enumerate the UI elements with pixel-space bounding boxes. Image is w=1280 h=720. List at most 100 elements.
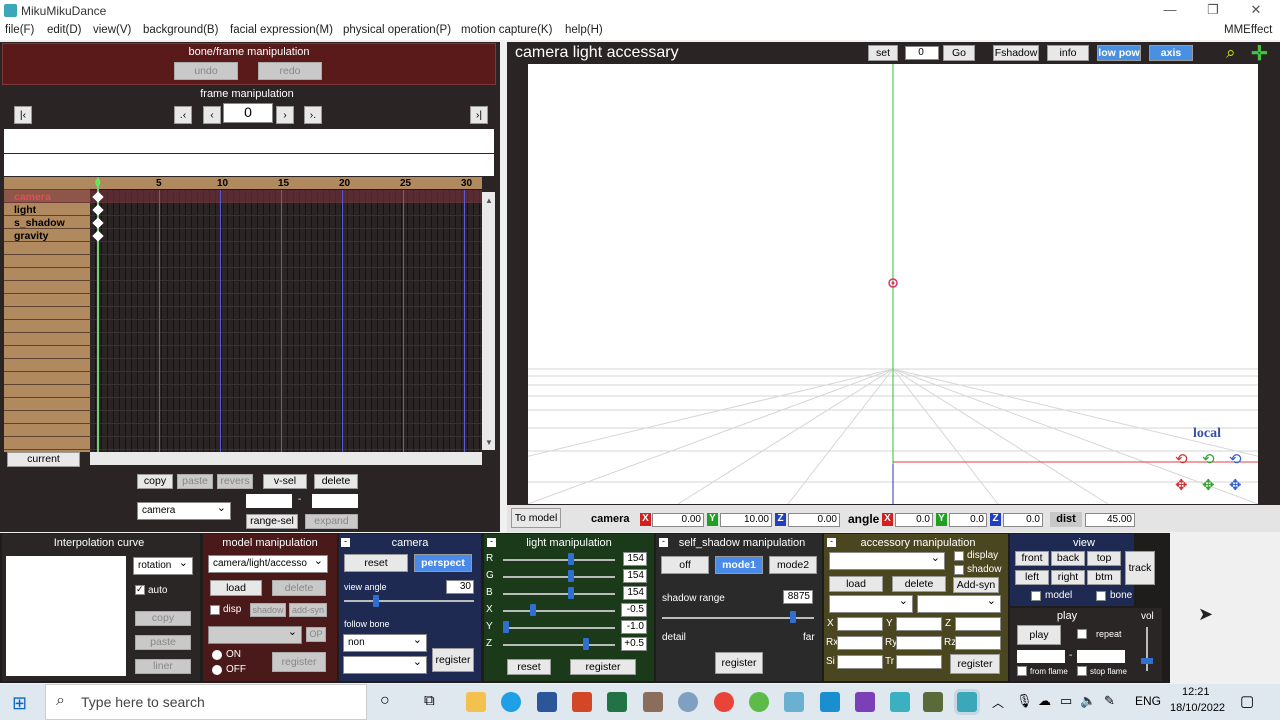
app-icon-7[interactable] — [923, 692, 943, 712]
translate-x-icon[interactable]: ✥ — [1175, 476, 1188, 494]
light-reset-button[interactable]: reset — [507, 659, 551, 675]
clock-date[interactable]: 18/10/2022 — [1170, 702, 1225, 714]
rotate-z-icon[interactable]: ⟲ — [1229, 450, 1242, 468]
light-y-knob[interactable] — [503, 621, 509, 633]
acc-tr-field[interactable] — [896, 655, 942, 669]
app-icon-4[interactable] — [784, 692, 804, 712]
model-load-button[interactable]: load — [210, 580, 262, 596]
rotate-x-icon[interactable]: ⟲ — [1175, 450, 1188, 468]
current-button[interactable]: current — [7, 452, 80, 467]
shadow-mode2-button[interactable]: mode2 — [769, 556, 817, 574]
light-b-field[interactable]: 154 — [623, 586, 647, 600]
copy-button[interactable]: copy — [137, 474, 173, 489]
view-angle-slider[interactable] — [344, 600, 474, 602]
camera-reset-button[interactable]: reset — [344, 554, 408, 572]
minimize-icon[interactable]: — — [1162, 2, 1178, 18]
angle-z-field[interactable]: 0.0 — [1003, 513, 1043, 527]
windows-start-icon[interactable]: ⊞ — [12, 693, 27, 714]
view-track-button[interactable]: track — [1125, 551, 1155, 585]
model-select[interactable]: camera/light/accesso — [208, 553, 328, 573]
acc-ry-field[interactable] — [896, 636, 942, 650]
light-g-field[interactable]: 154 — [623, 569, 647, 583]
timeline-vscroll[interactable] — [482, 192, 495, 450]
light-r-knob[interactable] — [568, 553, 574, 565]
delete-key-button[interactable]: delete — [314, 474, 358, 489]
view-angle-field[interactable]: 30 — [446, 580, 474, 594]
acc-bone-select[interactable] — [917, 593, 1001, 613]
mmd-taskbar-icon[interactable] — [890, 692, 910, 712]
play-to-field[interactable] — [1077, 650, 1125, 663]
acc-register-button[interactable]: register — [950, 654, 1000, 674]
prev-frame-button[interactable]: ‹ — [203, 106, 221, 124]
menu-view[interactable]: view(V) — [93, 24, 131, 36]
track-gravity[interactable]: gravity — [4, 230, 92, 243]
next-frame-button[interactable]: › — [276, 106, 294, 124]
notification-icon[interactable]: ▢ — [1240, 692, 1254, 710]
op-button[interactable]: OP — [306, 627, 326, 642]
view-top-button[interactable]: top — [1087, 551, 1121, 566]
interp-liner-button[interactable]: liner — [135, 659, 191, 674]
light-g-slider[interactable] — [503, 576, 615, 578]
volume-icon[interactable]: 🔈 — [1080, 693, 1096, 709]
light-b-knob[interactable] — [568, 587, 574, 599]
app-icon-6[interactable] — [855, 692, 875, 712]
cortana-icon[interactable]: ○ — [380, 692, 390, 710]
next-key-button[interactable]: ›. — [304, 106, 322, 124]
light-x-field[interactable]: -0.5 — [621, 603, 647, 617]
camera-z-field[interactable]: 0.00 — [788, 513, 840, 527]
follow-bone-sub-select[interactable] — [343, 654, 427, 674]
browser-icon[interactable] — [501, 692, 521, 712]
light-r-slider[interactable] — [503, 559, 615, 561]
move-icon[interactable]: ✛ — [1251, 41, 1268, 66]
mmeffect-menu[interactable]: MMEffect — [1224, 24, 1272, 36]
camera-register-button[interactable]: register — [432, 648, 474, 672]
light-z-slider[interactable] — [503, 644, 615, 646]
dist-field[interactable]: 45.00 — [1085, 513, 1135, 527]
play-from-field[interactable] — [1017, 650, 1065, 663]
acc-si-field[interactable] — [837, 655, 883, 669]
acc-model-select[interactable] — [829, 593, 913, 613]
set-button[interactable]: set — [868, 45, 898, 61]
menu-motion[interactable]: motion capture(K) — [461, 24, 552, 36]
timeline-hscroll[interactable] — [90, 452, 482, 465]
chrome-icon[interactable] — [714, 692, 734, 712]
shadow-mode1-button[interactable]: mode1 — [715, 556, 763, 574]
first-frame-button[interactable]: |‹ — [14, 106, 32, 124]
view-back-button[interactable]: back — [1051, 551, 1085, 566]
track-light[interactable]: light — [4, 204, 92, 217]
view-front-button[interactable]: front — [1015, 551, 1049, 566]
view-bone-checkbox[interactable] — [1096, 591, 1106, 601]
interp-paste-button[interactable]: paste — [135, 635, 191, 650]
repeat-checkbox[interactable] — [1077, 629, 1087, 639]
model-delete-button[interactable]: delete — [272, 580, 326, 596]
stop-flame-checkbox[interactable] — [1077, 666, 1087, 676]
model-bone-select[interactable] — [208, 624, 302, 644]
track-s-shadow[interactable]: s_shadow — [4, 217, 92, 230]
clock-time[interactable]: 12:21 — [1182, 686, 1210, 698]
zoom-icon[interactable]: ⌕ — [1226, 43, 1236, 63]
interp-copy-button[interactable]: copy — [135, 611, 191, 626]
view-left-button[interactable]: left — [1015, 570, 1049, 585]
follow-bone-select[interactable]: non — [343, 632, 427, 652]
low-pow-button[interactable]: low pow — [1097, 45, 1141, 61]
prev-key-button[interactable]: .‹ — [174, 106, 192, 124]
scroll-down-icon[interactable]: ▼ — [485, 438, 493, 447]
app-icon-5[interactable] — [820, 692, 840, 712]
acc-delete-button[interactable]: delete — [892, 576, 946, 592]
frame-number-field[interactable]: 0 — [223, 103, 273, 123]
scroll-up-icon[interactable]: ▲ — [485, 196, 493, 205]
accessory-select[interactable] — [829, 550, 945, 570]
vol-knob[interactable] — [1141, 658, 1153, 664]
model-shadow-button[interactable]: shadow — [250, 603, 286, 617]
menu-edit[interactable]: edit(D) — [47, 24, 82, 36]
tray-chevron-icon[interactable]: ︿ — [992, 694, 1004, 711]
range-end-field[interactable] — [312, 494, 358, 508]
menu-help[interactable]: help(H) — [565, 24, 603, 36]
powerpoint-icon[interactable] — [572, 692, 592, 712]
shadow-range-knob[interactable] — [790, 611, 796, 623]
acc-addsyn-button[interactable]: Add-syn — [953, 577, 999, 593]
v-sel-button[interactable]: v-sel — [263, 474, 307, 489]
acc-y-field[interactable] — [896, 617, 942, 631]
light-z-field[interactable]: +0.5 — [621, 637, 647, 651]
light-y-slider[interactable] — [503, 627, 615, 629]
